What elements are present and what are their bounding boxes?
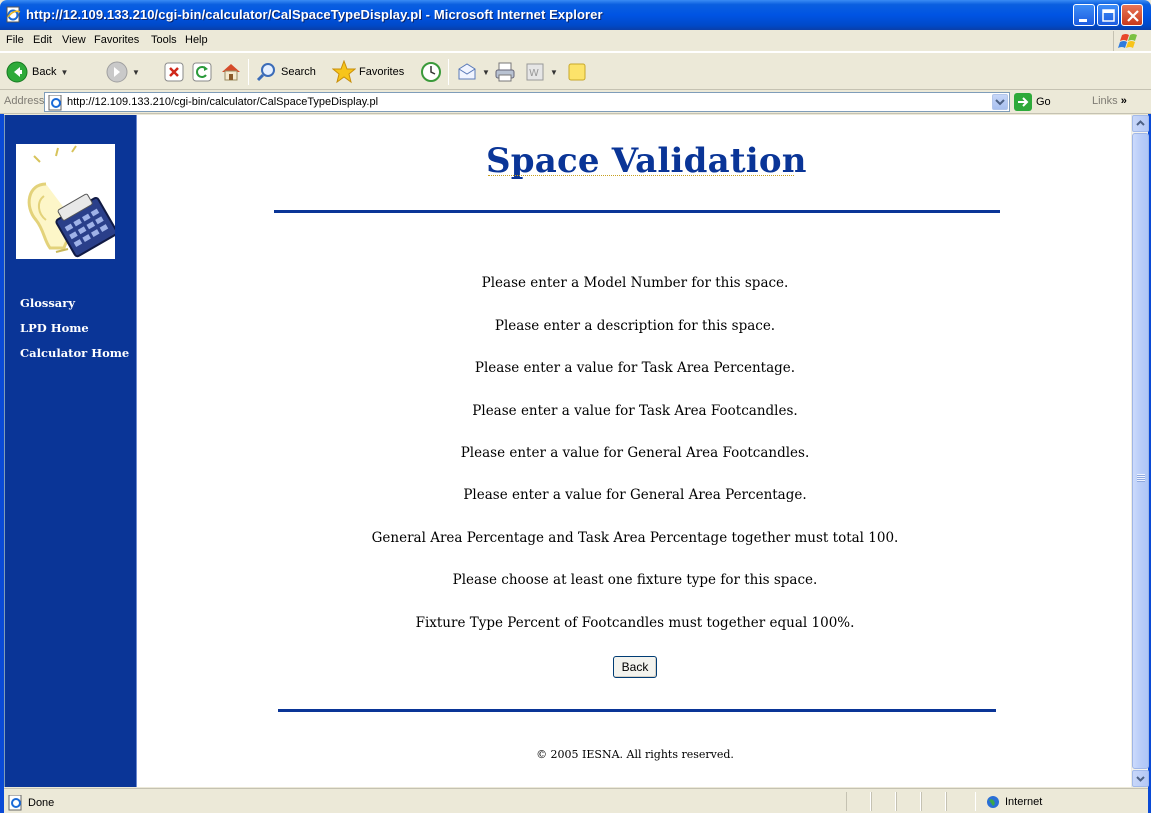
forward-dropdown-icon[interactable]: ▼: [132, 68, 140, 77]
go-label: Go: [1036, 96, 1051, 108]
ie-page-icon: [48, 95, 62, 111]
title-bar: http://12.109.133.210/cgi-bin/calculator…: [0, 0, 1151, 30]
validation-message: Please enter a Model Number for this spa…: [481, 275, 789, 291]
edit-word-icon: W: [526, 63, 544, 81]
maximize-button[interactable]: [1097, 4, 1119, 26]
search-button[interactable]: Search: [256, 59, 316, 85]
validation-message: Please enter a value for Task Area Footc…: [472, 403, 798, 419]
sidebar-link-glossary[interactable]: Glossary: [20, 296, 75, 310]
address-label: Address: [4, 95, 45, 107]
zone-label: Internet: [1005, 796, 1043, 808]
title-underline: [488, 175, 794, 176]
forward-arrow-icon: [106, 61, 128, 83]
menu-edit[interactable]: Edit: [33, 34, 52, 46]
home-icon: [222, 64, 240, 81]
close-window-button[interactable]: [1121, 4, 1143, 26]
stop-icon: [164, 62, 184, 82]
back-label: Back: [32, 66, 57, 78]
search-icon: [256, 63, 275, 82]
sidebar-link-lpd-home[interactable]: LPD Home: [20, 321, 89, 335]
menu-file[interactable]: File: [6, 34, 24, 46]
main-content: Space Validation Please enter a Model Nu…: [138, 115, 1132, 787]
stop-button[interactable]: [164, 59, 184, 85]
toolbar-separator: [448, 59, 449, 85]
status-cell: [871, 792, 896, 811]
menu-bar: File Edit View Favorites Tools Help: [0, 30, 1151, 52]
status-done: Done: [8, 795, 54, 811]
svg-text:W: W: [529, 68, 539, 79]
forward-button[interactable]: ▼: [106, 59, 140, 85]
menu-view[interactable]: View: [62, 34, 86, 46]
scroll-thumb[interactable]: [1132, 133, 1149, 769]
history-icon: [421, 62, 441, 82]
copyright-footer: © 2005 IESNA. All rights reserved.: [536, 748, 734, 761]
validation-message: General Area Percentage and Task Area Pe…: [371, 530, 899, 546]
menu-help[interactable]: Help: [185, 34, 208, 46]
address-bar: Address http://12.109.133.210/cgi-bin/ca…: [0, 90, 1151, 114]
validation-message: Please enter a value for Task Area Perce…: [474, 360, 796, 376]
links-toolbar[interactable]: Links »: [1092, 95, 1127, 107]
refresh-icon: [192, 62, 212, 82]
edit-dropdown-icon[interactable]: ▼: [550, 68, 558, 77]
favorites-label: Favorites: [359, 66, 405, 78]
back-page-button[interactable]: Back: [613, 656, 657, 678]
back-arrow-icon: [6, 61, 28, 83]
validation-message: Please enter a description for this spac…: [494, 318, 776, 334]
window-title: http://12.109.133.210/cgi-bin/calculator…: [26, 7, 603, 22]
standard-toolbar: Back ▼ ▼ Search Favorites ▼ W ▼: [0, 52, 1151, 90]
go-button[interactable]: Go: [1014, 93, 1051, 111]
edit-button[interactable]: W ▼: [524, 59, 558, 85]
page-viewport: Glossary LPD Home Calculator Home Space …: [4, 115, 1131, 787]
search-label: Search: [281, 66, 316, 78]
status-bar: Done Internet: [4, 788, 1148, 813]
validation-message: Fixture Type Percent of Footcandles must…: [415, 615, 855, 631]
home-button[interactable]: [220, 59, 242, 85]
vertical-scrollbar[interactable]: [1131, 115, 1149, 787]
address-url[interactable]: http://12.109.133.210/cgi-bin/calculator…: [67, 96, 378, 108]
mail-dropdown-icon[interactable]: ▼: [482, 68, 490, 77]
menu-tools[interactable]: Tools: [151, 34, 177, 46]
security-zone: Internet: [986, 795, 1042, 809]
print-icon: [495, 62, 515, 82]
back-dropdown-icon[interactable]: ▼: [60, 68, 68, 77]
top-divider: [274, 210, 1000, 213]
status-cell: [946, 792, 976, 811]
status-cell: [846, 792, 871, 811]
toolbar-separator: [248, 59, 249, 85]
print-button[interactable]: [494, 59, 516, 85]
validation-message: Please enter a value for General Area Pe…: [463, 487, 807, 503]
ie-page-icon: [6, 6, 21, 23]
mail-button[interactable]: ▼: [456, 59, 490, 85]
status-cell: [896, 792, 921, 811]
scroll-down-button[interactable]: [1132, 770, 1149, 787]
lightbulb-calculator-logo: [16, 144, 118, 259]
history-button[interactable]: [420, 59, 442, 85]
favorites-button[interactable]: Favorites: [332, 59, 404, 85]
ie-page-icon: [8, 795, 22, 811]
menu-favorites[interactable]: Favorites: [94, 34, 139, 46]
sidebar-link-calculator-home[interactable]: Calculator Home: [20, 346, 129, 360]
discuss-button[interactable]: [566, 59, 588, 85]
address-input[interactable]: http://12.109.133.210/cgi-bin/calculator…: [44, 92, 1010, 112]
minimize-button[interactable]: [1073, 4, 1095, 26]
validation-message: Please enter a value for General Area Fo…: [460, 445, 810, 461]
status-text: Done: [28, 797, 55, 809]
nav-sidebar: Glossary LPD Home Calculator Home: [5, 115, 137, 787]
links-label: Links: [1092, 95, 1118, 107]
bottom-divider: [278, 709, 996, 712]
scroll-grip-icon: [1137, 474, 1145, 482]
favorites-star-icon: [332, 60, 356, 84]
refresh-button[interactable]: [192, 59, 212, 85]
validation-message: Please choose at least one fixture type …: [452, 572, 818, 588]
address-dropdown-icon[interactable]: [992, 94, 1008, 110]
status-cell: [921, 792, 946, 811]
windows-logo-icon: [1113, 31, 1145, 51]
note-icon: [568, 63, 586, 81]
globe-icon: [987, 796, 999, 808]
go-arrow-icon: [1014, 93, 1032, 111]
mail-icon: [458, 63, 476, 80]
back-button[interactable]: Back ▼: [6, 59, 68, 85]
scroll-up-button[interactable]: [1132, 115, 1149, 132]
